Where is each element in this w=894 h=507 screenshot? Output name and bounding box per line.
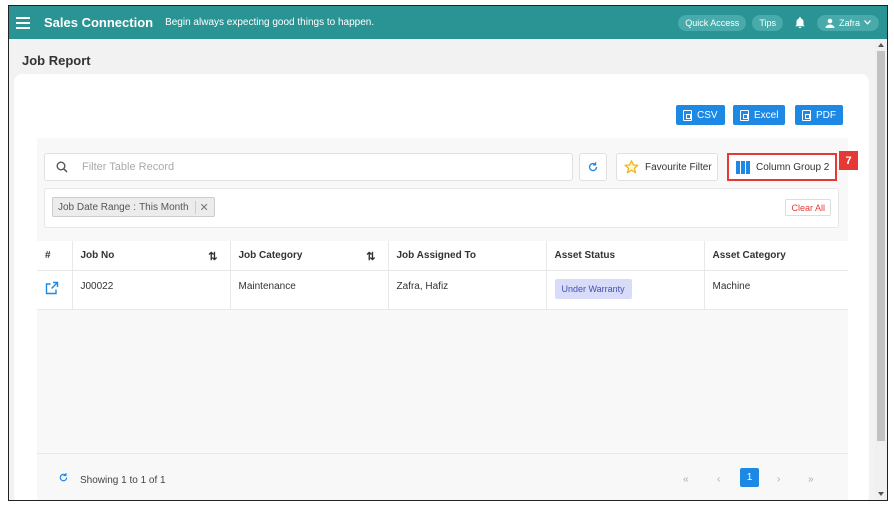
top-bar: Sales Connection Begin always expecting …	[9, 6, 887, 39]
column-group-button[interactable]: Column Group 2	[727, 153, 837, 181]
cell-job-no: J00022	[72, 270, 231, 310]
header-job-assigned-to: Job Assigned To	[388, 241, 547, 271]
clear-all-button[interactable]: Clear All	[785, 199, 831, 216]
status-badge: Under Warranty	[554, 278, 632, 299]
menu-icon[interactable]	[16, 16, 30, 29]
excel-label: Excel	[754, 109, 779, 121]
report-card: CSV Excel PDF Filter Table Record Favour…	[14, 74, 869, 500]
user-icon	[825, 18, 835, 28]
next-page-button[interactable]: ›	[777, 474, 780, 485]
cell-job-category: Maintenance	[230, 270, 389, 310]
bell-icon[interactable]	[793, 16, 807, 30]
step-badge: 7	[839, 151, 858, 170]
search-placeholder: Filter Table Record	[82, 161, 175, 173]
refresh-icon[interactable]	[58, 472, 69, 483]
pdf-label: PDF	[816, 109, 836, 121]
scrollbar[interactable]	[875, 39, 887, 500]
chevron-down-icon	[864, 20, 871, 25]
favourite-label: Favourite Filter	[645, 161, 712, 173]
filter-chip-label: Job Date Range	[58, 201, 131, 213]
job-table: # Job No ⇅ Job Category ⇅ Job Assigned To …	[37, 241, 848, 310]
first-page-button[interactable]: «	[683, 474, 689, 485]
star-icon	[624, 160, 639, 174]
active-filters-bar: Job Date Range : This Month ✕ Clear All	[44, 188, 839, 228]
columns-icon	[736, 160, 750, 174]
last-page-button[interactable]: »	[808, 474, 814, 485]
close-icon[interactable]: ✕	[194, 200, 209, 214]
tips-button[interactable]: Tips	[752, 14, 783, 31]
refresh-button[interactable]	[579, 153, 607, 181]
pagination-info: Showing 1 to 1 of 1	[80, 475, 166, 486]
file-icon	[740, 109, 749, 121]
quick-access-button[interactable]: Quick Access	[678, 14, 747, 31]
open-external-icon[interactable]	[45, 281, 59, 295]
scroll-down-icon[interactable]	[878, 492, 884, 496]
pdf-button[interactable]: PDF	[795, 105, 843, 125]
sort-icon[interactable]: ⇅	[366, 250, 375, 263]
motto-text: Begin always expecting good things to ha…	[165, 17, 375, 28]
filter-chip-value: This Month	[139, 201, 189, 213]
excel-button[interactable]: Excel	[733, 105, 786, 125]
csv-label: CSV	[697, 109, 718, 121]
user-name: Zafra	[838, 17, 860, 28]
sort-icon[interactable]: ⇅	[208, 250, 217, 263]
scroll-up-icon[interactable]	[878, 43, 884, 47]
app-window: Sales Connection Begin always expecting …	[8, 5, 888, 501]
search-icon	[56, 161, 68, 173]
refresh-icon	[588, 162, 598, 172]
scrollbar-thumb[interactable]	[877, 51, 885, 441]
favourite-filter-button[interactable]: Favourite Filter	[616, 153, 718, 181]
file-icon	[802, 109, 811, 121]
prev-page-button[interactable]: ‹	[717, 474, 720, 485]
brand-name[interactable]: Sales Connection	[44, 15, 153, 30]
search-input[interactable]: Filter Table Record	[44, 153, 573, 181]
cell-asset-status: Under Warranty	[546, 270, 705, 310]
header-job-category[interactable]: Job Category ⇅	[230, 241, 389, 271]
cell-asset-category: Machine	[704, 270, 848, 310]
column-group-label: Column Group 2	[756, 161, 830, 173]
row-action-cell	[37, 270, 73, 310]
filter-chip-separator: :	[133, 201, 137, 213]
file-icon	[683, 109, 692, 121]
csv-button[interactable]: CSV	[676, 105, 725, 125]
table-header-row: # Job No ⇅ Job Category ⇅ Job Assigned To …	[37, 241, 848, 271]
table-container: Filter Table Record Favourite Filter Col…	[37, 138, 858, 500]
header-asset-category: Asset Category	[704, 241, 848, 271]
page-1-button[interactable]: 1	[740, 468, 759, 487]
cell-job-assigned-to: Zafra, Hafiz	[388, 270, 547, 310]
header-asset-status: Asset Status	[546, 241, 705, 271]
pagination-bar: Showing 1 to 1 of 1 « ‹ 1 › »	[37, 453, 848, 500]
table-row: J00022 Maintenance Zafra, Hafiz Under Wa…	[37, 270, 848, 310]
header-index: #	[37, 241, 73, 271]
header-job-no[interactable]: Job No ⇅	[72, 241, 231, 271]
page-title: Job Report	[22, 53, 91, 68]
user-menu[interactable]: Zafra	[816, 14, 879, 31]
filter-chip[interactable]: Job Date Range : This Month ✕	[52, 197, 215, 217]
